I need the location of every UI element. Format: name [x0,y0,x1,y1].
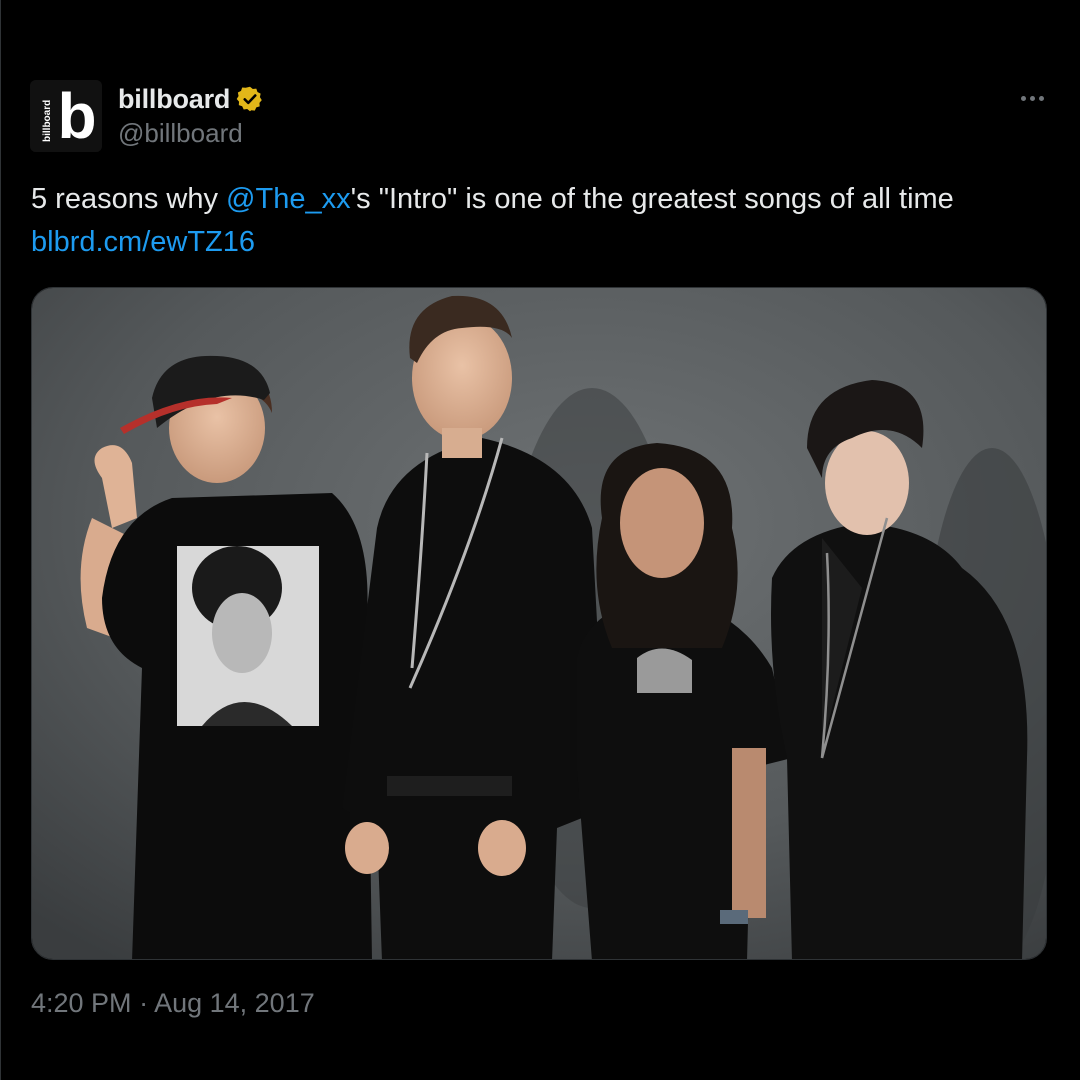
more-dot [1029,95,1035,101]
band-photo [32,288,1046,959]
mention-link[interactable]: @The_xx [226,183,351,215]
billboard-logo-icon: b billboard [30,80,102,152]
author-display-name[interactable]: billboard [118,84,230,115]
left-border [0,0,1,1080]
more-dot [1020,95,1026,101]
tweet-photo[interactable] [31,287,1047,960]
avatar-logo-wordmark: billboard [42,100,53,142]
tweet-text-prefix: 5 reasons why [31,183,227,215]
more-dot [1038,95,1044,101]
article-link[interactable]: blbrd.cm/ewTZ16 [31,226,255,258]
author-name-row: billboard [118,82,264,116]
more-horizontal-icon[interactable] [1012,84,1052,112]
avatar-logo-letter: b [57,80,96,152]
tweet-time[interactable]: 4:20 PM [31,988,132,1018]
verified-badge-icon [236,86,262,112]
author-handle[interactable]: @billboard [118,118,243,149]
tweet-date[interactable]: Aug 14, 2017 [154,988,315,1018]
tweet-text-suffix: 's "Intro" is one of the greatest songs … [350,183,954,215]
timestamp-separator: · [131,988,155,1018]
tweet-timestamp: 4:20 PM · Aug 14, 2017 [31,988,315,1019]
tweet-text: 5 reasons why @The_xx's "Intro" is one o… [31,178,1041,264]
avatar[interactable]: b billboard [30,80,102,152]
